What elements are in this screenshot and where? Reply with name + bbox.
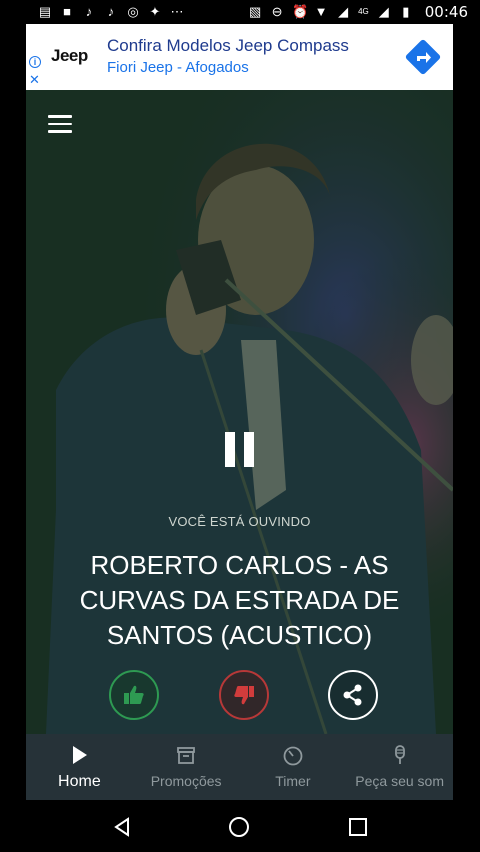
player-area: VOCÊ ESTÁ OUVINDO ROBERTO CARLOS - AS CU… — [26, 90, 453, 734]
nav-timer[interactable]: Timer — [240, 734, 347, 800]
twitter-icon: ✦ — [149, 4, 161, 19]
tiktok-icon: ♪ — [107, 4, 115, 19]
nav-home[interactable]: Home — [26, 734, 133, 800]
nav-promocoes[interactable]: Promoções — [133, 734, 240, 800]
status-bar: ▤ ■ ♪ ♪ ◎ ✦ ⋯ ▧ ⊖ ⏰ ▼ ◢ 4G ◢ ▮ 00:46 — [0, 0, 480, 24]
wifi-icon: ▼ — [314, 4, 328, 19]
song-title: ROBERTO CARLOS - AS CURVAS DA ESTRADA DE… — [79, 550, 400, 650]
signal-icon: ◢ — [338, 4, 349, 19]
status-right: ▧ ⊖ ⏰ ▼ ◢ 4G ◢ ▮ 00:46 — [248, 3, 468, 21]
microphone-icon — [394, 745, 405, 764]
ad-logo: Jeep — [51, 46, 88, 65]
cast-icon: ▧ — [248, 4, 262, 19]
app-screen: ▤ ■ ♪ ♪ ◎ ✦ ⋯ ▧ ⊖ ⏰ ▼ ◢ 4G ◢ ▮ 00:46 i ✕… — [0, 0, 480, 852]
ad-close-icon[interactable]: ✕ — [29, 73, 40, 86]
nav-label-peca-seu-som: Peça seu som — [355, 773, 444, 789]
share-icon — [343, 684, 362, 706]
thumbs-up-icon — [124, 685, 144, 704]
listening-label: VOCÊ ESTÁ OUVINDO — [168, 514, 311, 529]
archive-icon — [177, 747, 196, 764]
home-icon[interactable] — [228, 816, 250, 838]
bottom-nav: Home Promoções Timer Peça seu som — [26, 734, 453, 800]
timer-icon — [283, 746, 303, 766]
tiktok-icon: ♪ — [85, 4, 93, 19]
ad-info-icon[interactable]: i — [29, 56, 41, 68]
signal-icon: ◢ — [378, 4, 389, 19]
back-icon[interactable] — [111, 816, 133, 838]
ad-banner[interactable]: i ✕ Jeep Confira Modelos Jeep Compass Fi… — [26, 24, 453, 90]
status-left: ▤ ■ ♪ ♪ ◎ ✦ ⋯ — [38, 5, 248, 19]
share-button[interactable] — [328, 670, 378, 720]
clock: 00:46 — [424, 3, 468, 21]
ad-text: Confira Modelos Jeep Compass Fiori Jeep … — [107, 36, 349, 76]
directions-icon[interactable] — [405, 39, 441, 75]
battery-icon: ▮ — [402, 4, 410, 19]
notes-icon: ▤ — [38, 4, 52, 19]
like-button[interactable] — [109, 670, 159, 720]
network-label: 4G — [358, 7, 369, 16]
nav-peca-seu-som[interactable]: Peça seu som — [346, 734, 453, 800]
nav-label-timer: Timer — [275, 773, 311, 789]
thumbs-down-icon — [234, 686, 254, 705]
play-icon — [73, 746, 88, 764]
more-icon: ⋯ — [170, 4, 184, 19]
menu-icon[interactable] — [48, 115, 72, 133]
recents-icon[interactable] — [347, 816, 369, 838]
video-icon: ■ — [63, 4, 71, 19]
dislike-button[interactable] — [219, 670, 269, 720]
dnd-icon: ⊖ — [271, 4, 283, 19]
nav-label-home: Home — [58, 773, 101, 790]
ad-subtitle[interactable]: Fiori Jeep - Afogados — [107, 59, 349, 76]
ad-title[interactable]: Confira Modelos Jeep Compass — [107, 36, 349, 56]
system-nav-bar — [0, 800, 480, 852]
nav-label-promocoes: Promoções — [150, 773, 222, 789]
alarm-icon: ⏰ — [292, 4, 309, 19]
pause-button[interactable] — [225, 432, 255, 467]
instagram-icon: ◎ — [127, 4, 139, 19]
